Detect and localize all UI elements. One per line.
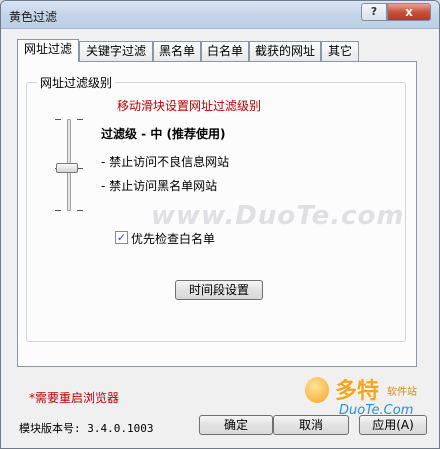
slider-tick — [55, 210, 61, 211]
slider-thumb[interactable] — [56, 163, 78, 173]
watermark-brand-en: DuoTe.Com — [339, 403, 414, 418]
slider-hint: 移动滑块设置网址过滤级别 — [117, 99, 262, 113]
tab-keyword-filter[interactable]: 关键字过滤 — [79, 41, 153, 61]
ok-button[interactable]: 确定 — [199, 415, 273, 435]
mascot-icon — [305, 377, 329, 403]
watermark-brand-cn: 多特 — [335, 379, 380, 404]
tab-blacklist[interactable]: 黑名单 — [153, 41, 201, 61]
title-bar[interactable]: 黄色过滤 ? x — [1, 1, 439, 29]
time-period-button[interactable]: 时间段设置 — [175, 280, 263, 300]
restart-note: *需要重启浏览器 — [29, 391, 120, 405]
slider-tick — [77, 210, 83, 211]
help-button[interactable]: ? — [361, 3, 387, 21]
dialog-window: 黄色过滤 ? x 网址过滤 关键字过滤 黑名单 白名单 截获的网址 其它 网址过… — [0, 0, 440, 449]
group-title: 网址过滤级别 — [37, 74, 116, 91]
level-title: 过滤级 - 中 (推荐使用) — [101, 127, 226, 141]
whitelist-first-checkbox[interactable]: ✓ — [115, 231, 128, 244]
tab-url-filter[interactable]: 网址过滤 — [17, 39, 79, 62]
level-desc-blacklist: - 禁止访问黑名单网站 — [101, 179, 218, 193]
tab-other[interactable]: 其它 — [321, 41, 359, 61]
window-title: 黄色过滤 — [9, 10, 58, 24]
watermark-text: www.DuoTe.com — [151, 201, 405, 231]
close-button[interactable]: x — [387, 3, 431, 21]
watermark-logo: 多特 软件站 DuoTe.Com — [301, 369, 431, 429]
version-label: 模块版本号: 3.4.0.1003 — [19, 422, 154, 435]
tab-whitelist[interactable]: 白名单 — [201, 41, 249, 61]
watermark-brand-sub: 软件站 — [387, 387, 417, 398]
slider-tick — [77, 119, 83, 120]
whitelist-first-label[interactable]: 优先检查白名单 — [131, 230, 215, 247]
tab-captured-urls[interactable]: 截获的网址 — [249, 41, 321, 61]
slider-tick — [55, 119, 61, 120]
level-desc-bad-sites: - 禁止访问不良信息网站 — [101, 155, 230, 169]
